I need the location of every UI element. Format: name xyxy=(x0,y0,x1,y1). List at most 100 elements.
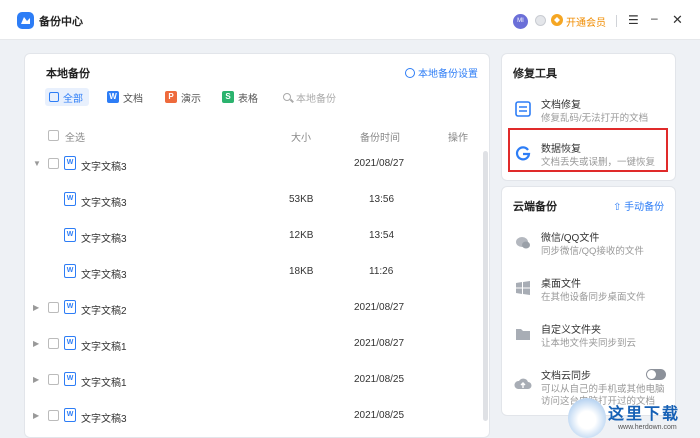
manual-backup-label: 手动备份 xyxy=(624,202,665,213)
data-recovery-desc: 文档丢失或误删，一键恢复 xyxy=(541,157,656,168)
vip-button[interactable]: 开通会员 xyxy=(566,14,606,29)
search-icon xyxy=(283,93,291,101)
file-name: 文字文稿1 xyxy=(81,342,127,353)
cloud-backup-panel: 云端备份 ⇧ 手动备份 微信/QQ文件 同步微信/QQ接收的文件 桌面文件 在其… xyxy=(501,186,676,416)
watermark-url: www.herdown.com xyxy=(618,424,677,431)
row-checkbox[interactable] xyxy=(48,374,59,385)
writer-doc-icon: W xyxy=(64,300,76,314)
file-size: 18KB xyxy=(289,266,314,277)
data-recovery-item[interactable]: 数据恢复 文档丢失或误删，一键恢复 xyxy=(502,136,677,176)
custom-folder-desc: 让本地文件夹同步到云 xyxy=(541,338,637,349)
cloud-sync-toggle[interactable] xyxy=(646,369,666,380)
spreadsheet-icon: S xyxy=(222,91,234,103)
table-row[interactable]: W 文字文稿3 18KB 11:26 xyxy=(25,262,489,282)
backup-time: 2021/08/27 xyxy=(354,338,405,349)
table-row[interactable]: W 文字文稿3 12KB 13:54 xyxy=(25,226,489,246)
cloud-sync-icon xyxy=(516,237,530,249)
local-backup-title: 本地备份 xyxy=(46,68,90,80)
manual-backup-button[interactable]: ⇧ 手动备份 xyxy=(613,198,664,213)
search-placeholder: 本地备份 xyxy=(296,93,336,105)
writer-doc-icon: W xyxy=(64,264,76,278)
watermark-logo-icon xyxy=(568,398,606,438)
row-checkbox[interactable] xyxy=(48,338,59,349)
file-name: 文字文稿2 xyxy=(81,306,127,317)
writer-doc-icon: W xyxy=(64,408,76,422)
windows-icon xyxy=(516,281,530,295)
site-watermark: 这里下载 www.herdown.com xyxy=(568,398,700,438)
avatar[interactable]: MI xyxy=(513,14,528,29)
row-checkbox[interactable] xyxy=(48,410,59,421)
table-row[interactable]: ▼ W 文字文稿3 2021/08/27 xyxy=(25,154,489,174)
repair-tools-panel: 修复工具 文档修复 修复乱码/无法打开的文档 数据恢复 文档丢失或误删，一键恢复 xyxy=(501,53,676,181)
file-name: 文字文稿3 xyxy=(81,270,127,281)
data-recovery-icon xyxy=(515,146,531,161)
custom-folder-item[interactable]: 自定义文件夹 让本地文件夹同步到云 xyxy=(502,317,675,357)
wechat-qq-desc: 同步微信/QQ接收的文件 xyxy=(541,246,644,257)
app-logo-icon xyxy=(17,12,34,29)
doc-repair-desc: 修复乱码/无法打开的文档 xyxy=(541,113,649,124)
filter-all-label: 全部 xyxy=(63,93,83,105)
expand-arrow-icon[interactable]: ▶ xyxy=(33,375,39,384)
title-divider xyxy=(616,15,617,27)
writer-doc-icon: W xyxy=(64,156,76,170)
desktop-files-item[interactable]: 桌面文件 在其他设备同步桌面文件 xyxy=(502,271,675,311)
filter-doc-label: 文档 xyxy=(123,93,143,105)
file-name: 文字文稿3 xyxy=(81,162,127,173)
doc-repair-item[interactable]: 文档修复 修复乱码/无法打开的文档 xyxy=(502,92,677,132)
filter-xls[interactable]: S 表格 xyxy=(222,88,258,106)
folder-icon xyxy=(516,329,530,340)
backup-time: 2021/08/25 xyxy=(354,410,405,421)
table-row[interactable]: ▶ W 文字文稿1 2021/08/25 xyxy=(25,370,489,390)
filter-all[interactable]: 全部 xyxy=(45,88,89,106)
filter-doc[interactable]: W 文档 xyxy=(107,88,143,106)
filter-ppt-label: 演示 xyxy=(181,93,201,105)
row-checkbox[interactable] xyxy=(48,158,59,169)
desktop-files-title: 桌面文件 xyxy=(541,279,581,290)
writer-doc-icon: W xyxy=(64,372,76,386)
action-column-header: 操作 xyxy=(448,133,468,144)
table-row[interactable]: W 文字文稿3 53KB 13:56 xyxy=(25,190,489,210)
backup-settings-label: 本地备份设置 xyxy=(418,69,478,80)
collapse-arrow-icon[interactable]: ▼ xyxy=(33,159,41,168)
writer-doc-icon: W xyxy=(64,228,76,242)
filter-xls-label: 表格 xyxy=(238,93,258,105)
expand-arrow-icon[interactable]: ▶ xyxy=(33,339,39,348)
table-row[interactable]: ▶ W 文字文稿2 2021/08/27 xyxy=(25,298,489,318)
filter-ppt[interactable]: P 演示 xyxy=(165,88,201,106)
expand-arrow-icon[interactable]: ▶ xyxy=(33,303,39,312)
table-row[interactable]: ▶ W 文字文稿3 2021/08/25 xyxy=(25,406,489,426)
file-name: 文字文稿1 xyxy=(81,378,127,389)
file-name: 文字文稿3 xyxy=(81,198,127,209)
time-column-header: 备份时间 xyxy=(360,133,400,144)
close-icon[interactable]: ✕ xyxy=(672,12,683,28)
backup-time: 2021/08/25 xyxy=(354,374,405,385)
gear-icon xyxy=(405,67,415,78)
row-checkbox[interactable] xyxy=(48,302,59,313)
coin-icon[interactable] xyxy=(535,15,546,26)
app-title: 备份中心 xyxy=(39,16,83,28)
select-all-checkbox[interactable] xyxy=(48,130,59,141)
upload-icon: ⇧ xyxy=(613,202,622,213)
writer-doc-icon: W xyxy=(64,192,76,206)
backup-time: 2021/08/27 xyxy=(354,302,405,313)
backup-time: 11:26 xyxy=(369,266,394,277)
local-backup-panel: 本地备份 本地备份设置 全部 W 文档 P 演示 S 表格 本地备份 全选 大小… xyxy=(24,53,490,438)
file-size: 12KB xyxy=(289,230,314,241)
minimize-icon[interactable]: – xyxy=(651,11,658,25)
scrollbar[interactable] xyxy=(483,151,488,421)
wechat-qq-item[interactable]: 微信/QQ文件 同步微信/QQ接收的文件 xyxy=(502,225,675,265)
backup-time: 2021/08/27 xyxy=(354,158,405,169)
select-all-label: 全选 xyxy=(65,133,85,144)
vip-diamond-icon[interactable] xyxy=(551,14,563,26)
presentation-icon: P xyxy=(165,91,177,103)
list-icon xyxy=(49,92,59,102)
backup-settings-link[interactable]: 本地备份设置 xyxy=(405,65,478,80)
search-input[interactable]: 本地备份 xyxy=(283,88,336,106)
menu-icon[interactable]: ☰ xyxy=(628,13,639,27)
file-size: 53KB xyxy=(289,194,314,205)
data-recovery-title: 数据恢复 xyxy=(541,144,581,155)
table-row[interactable]: ▶ W 文字文稿1 2021/08/27 xyxy=(25,334,489,354)
file-name: 文字文稿3 xyxy=(81,414,127,425)
repair-tools-title: 修复工具 xyxy=(513,68,557,80)
expand-arrow-icon[interactable]: ▶ xyxy=(33,411,39,420)
